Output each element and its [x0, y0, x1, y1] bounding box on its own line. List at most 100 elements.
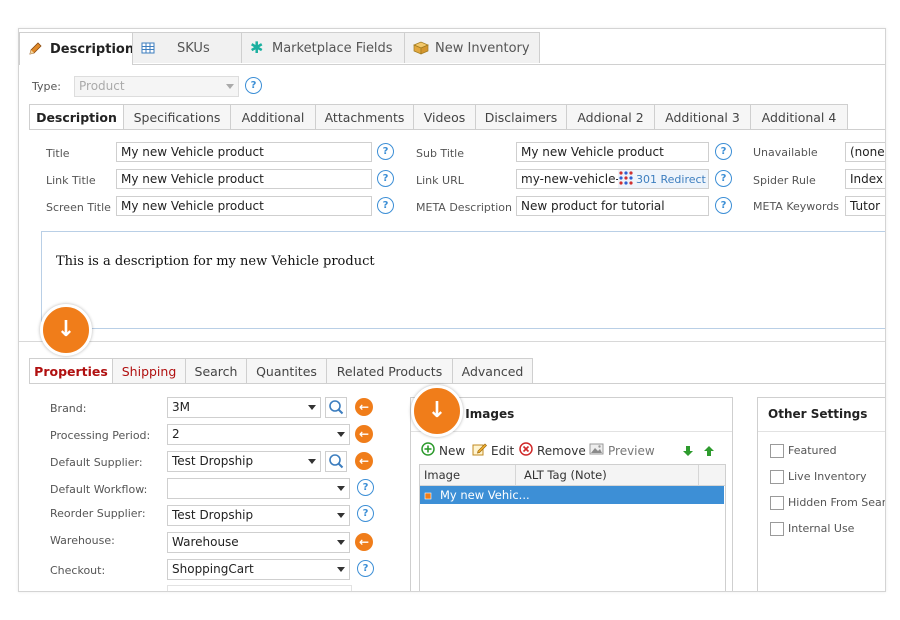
chevron-down-icon: [308, 405, 316, 410]
panel-divider: [411, 431, 732, 432]
help-icon[interactable]: ?: [377, 170, 394, 187]
other-settings-title: Other Settings: [768, 407, 868, 421]
tab-label: Description: [50, 41, 135, 57]
preview-image-button[interactable]: Preview: [589, 442, 655, 459]
help-icon[interactable]: ?: [245, 77, 262, 94]
help-icon[interactable]: ?: [357, 479, 374, 496]
pencil-icon: [28, 42, 42, 56]
reorder-supplier-value: Test Dropship: [172, 508, 254, 522]
redirect-link[interactable]: 301 Redirect: [618, 170, 708, 188]
tab-additional-4[interactable]: Additional 4: [750, 104, 848, 129]
sub-title-input[interactable]: My new Vehicle product: [516, 142, 709, 162]
images-grid: Image ALT Tag (Note) My new Vehic...: [419, 464, 726, 591]
tab-attachments[interactable]: Attachments: [315, 104, 414, 129]
description-editor[interactable]: This is a description for my new Vehicle…: [41, 231, 885, 329]
arrow-left-icon: ←: [355, 425, 373, 443]
tab-new-inventory[interactable]: New Inventory: [404, 32, 540, 63]
move-up-icon[interactable]: [704, 445, 714, 459]
tab-additional-3[interactable]: Additional 3: [654, 104, 751, 129]
unavailable-select[interactable]: (none: [845, 142, 885, 162]
link-url-value: my-new-vehicle-: [521, 172, 620, 186]
tab-specifications[interactable]: Specifications: [123, 104, 231, 129]
help-icon[interactable]: ?: [377, 197, 394, 214]
tab-disclaimers[interactable]: Disclaimers: [475, 104, 567, 129]
tab-skus[interactable]: SKUs: [132, 32, 242, 63]
default-supplier-select[interactable]: Test Dropship: [167, 451, 321, 472]
type-value: Product: [79, 79, 125, 93]
tab-search[interactable]: Search: [185, 358, 247, 383]
preview-label: Preview: [608, 443, 655, 458]
grid-icon: [141, 41, 155, 55]
meta-description-input[interactable]: New product for tutorial: [516, 196, 709, 216]
meta-keywords-input[interactable]: Tutor: [845, 196, 885, 216]
processing-period-select[interactable]: 2: [167, 424, 350, 445]
remove-image-button[interactable]: Remove: [519, 442, 586, 459]
tab-related-products[interactable]: Related Products: [326, 358, 453, 383]
tab-description[interactable]: Description: [19, 32, 135, 65]
column-alt-tag[interactable]: ALT Tag (Note): [524, 468, 607, 482]
tab-divider: [29, 129, 885, 130]
sub-title-label: Sub Title: [416, 147, 465, 160]
new-image-button[interactable]: New: [421, 442, 465, 459]
type-select[interactable]: Product: [74, 76, 239, 97]
properties-tab-bar: Properties Shipping Search Quantites Rel…: [29, 358, 533, 383]
chevron-down-icon: [337, 432, 345, 437]
warehouse-select[interactable]: Warehouse: [167, 532, 350, 553]
help-icon[interactable]: ?: [357, 560, 374, 577]
arrow-left-icon: ←: [355, 452, 373, 470]
tab-videos[interactable]: Videos: [413, 104, 476, 129]
checkout-select[interactable]: ShoppingCart: [167, 559, 350, 580]
unavailable-label: Unavailable: [753, 146, 818, 159]
default-supplier-label: Default Supplier:: [50, 456, 143, 469]
spider-rule-select[interactable]: Index: [845, 169, 885, 189]
hidden-from-search-label: Hidden From Searc: [788, 496, 886, 509]
default-workflow-label: Default Workflow:: [50, 483, 148, 496]
checkout-label: Checkout:: [50, 564, 106, 577]
tab-advanced[interactable]: Advanced: [452, 358, 533, 383]
move-down-icon[interactable]: [683, 445, 693, 459]
help-icon[interactable]: ?: [715, 197, 732, 214]
description-tab-bar: Description Specifications Additional At…: [29, 104, 848, 129]
tab-addional-2[interactable]: Addional 2: [566, 104, 655, 129]
column-image[interactable]: Image: [424, 468, 460, 482]
hidden-from-search-checkbox[interactable]: [770, 496, 784, 510]
tab-description-inner[interactable]: Description: [29, 104, 124, 129]
meta-keywords-label: META Keywords: [753, 200, 840, 213]
tab-label: Marketplace Fields: [272, 40, 393, 56]
brand-search-button[interactable]: [325, 397, 347, 418]
top-tab-bar: Description SKUs ✱ Marketplace Fields Ne…: [19, 29, 885, 65]
brand-label: Brand:: [50, 402, 87, 415]
new-label: New: [439, 443, 466, 458]
live-inventory-label: Live Inventory: [788, 470, 867, 483]
help-icon[interactable]: ?: [357, 505, 374, 522]
tab-label: SKUs: [177, 40, 210, 56]
internal-use-checkbox[interactable]: [770, 522, 784, 536]
table-row[interactable]: My new Vehic...: [420, 486, 724, 504]
tab-properties[interactable]: Properties: [29, 358, 113, 383]
edit-image-button[interactable]: Edit: [472, 442, 514, 459]
tab-additional[interactable]: Additional: [230, 104, 316, 129]
redirect-dots-icon: [618, 170, 634, 189]
tab-marketplace-fields[interactable]: ✱ Marketplace Fields: [241, 32, 405, 63]
help-icon[interactable]: ?: [715, 170, 732, 187]
screen-title-label: Screen Title: [46, 201, 111, 214]
help-icon[interactable]: ?: [715, 143, 732, 160]
screen-title-input[interactable]: My new Vehicle product: [116, 196, 372, 216]
tab-shipping[interactable]: Shipping: [112, 358, 186, 383]
picture-icon: [589, 442, 604, 459]
link-title-label: Link Title: [46, 174, 96, 187]
edit-icon: [472, 442, 487, 459]
remove-icon: [519, 442, 533, 459]
help-icon[interactable]: ?: [377, 143, 394, 160]
tab-quantites[interactable]: Quantites: [246, 358, 327, 383]
brand-select[interactable]: 3M: [167, 397, 321, 418]
featured-checkbox[interactable]: [770, 444, 784, 458]
panel-divider: [758, 431, 885, 432]
supplier-search-button[interactable]: [325, 451, 347, 472]
title-input[interactable]: My new Vehicle product: [116, 142, 372, 162]
default-workflow-select[interactable]: [167, 478, 350, 499]
link-title-input[interactable]: My new Vehicle product: [116, 169, 372, 189]
live-inventory-checkbox[interactable]: [770, 470, 784, 484]
reorder-supplier-select[interactable]: Test Dropship: [167, 505, 350, 526]
meta-description-label: META Description: [416, 201, 512, 214]
